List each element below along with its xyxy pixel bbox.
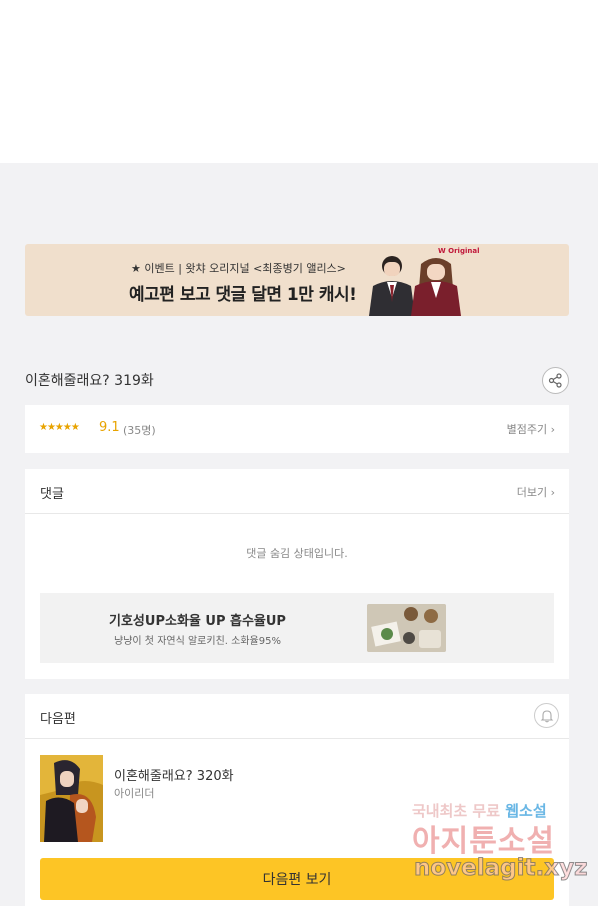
rating-count: (35명) (123, 424, 156, 437)
comments-hidden-message: 댓글 숨김 상태입니다. (246, 547, 348, 560)
comments-title: 댓글 (40, 487, 64, 502)
watermark-line2: 아지툰소설 (412, 824, 555, 859)
rate-button[interactable]: 별점주기 › (507, 421, 555, 437)
next-episode-thumbnail[interactable] (40, 755, 103, 842)
banner-headline: 예고편 보고 댓글 달면 1만 캐시! (129, 285, 357, 305)
ad-banner[interactable]: 기호성UP소화율 UP 흡수율UP 냥냥이 첫 자연식 알로키친. 소화율95% (40, 593, 554, 663)
comments-header: 댓글 더보기 › (25, 469, 569, 514)
star-rating: ★★★★★ (39, 422, 80, 433)
ad-product-image (367, 604, 446, 652)
comments-section: 댓글 더보기 › 댓글 숨김 상태입니다. 기호성UP소화율 UP 흡수율UP … (25, 469, 569, 679)
rating-score: 9.1 (99, 420, 120, 435)
share-button[interactable] (542, 367, 569, 394)
rating-card: ★★★★★ 9.1 (35명) 별점주기 › (25, 405, 569, 453)
ad-subtitle: 냥냥이 첫 자연식 알로키친. 소화율95% (114, 636, 281, 647)
top-blank-area (0, 0, 598, 163)
next-episode-author: 아이리더 (114, 787, 155, 800)
banner-character-female (411, 258, 461, 316)
next-header: 다음편 (25, 694, 569, 739)
share-icon (548, 373, 562, 388)
comments-more-button[interactable]: 더보기 › (517, 484, 555, 500)
banner-small-text: ★ 이벤트 | 왓챠 오리지널 <최종병기 앨리스> (131, 262, 346, 275)
next-episode-title[interactable]: 이혼해줄래요? 320화 (114, 765, 234, 784)
notification-button[interactable] (534, 703, 559, 728)
bell-icon (540, 709, 553, 722)
banner-logo: W Original (438, 247, 480, 255)
episode-title: 이혼해줄래요? 319화 (25, 373, 154, 389)
ad-title: 기호성UP소화율 UP 흡수율UP (109, 614, 286, 629)
next-title: 다음편 (40, 712, 76, 727)
event-banner[interactable]: ★ 이벤트 | 왓챠 오리지널 <최종병기 앨리스> 예고편 보고 댓글 달면 … (25, 244, 569, 316)
watermark-line3: novelagit.xyz (413, 855, 588, 882)
